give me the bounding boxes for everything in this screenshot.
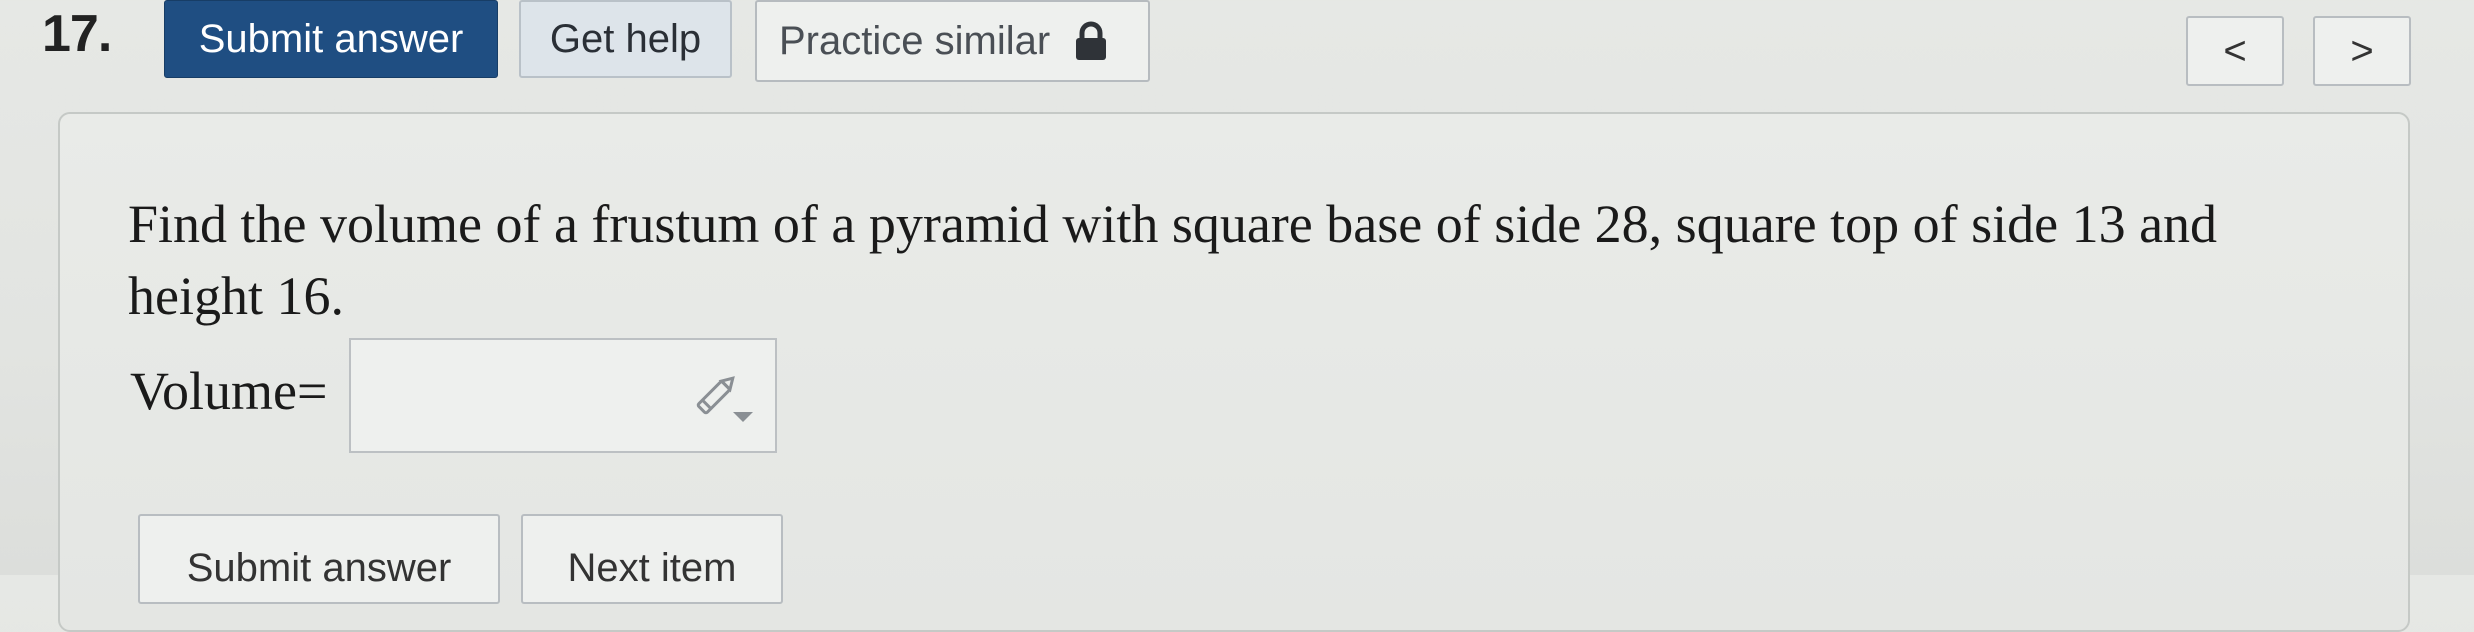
submit-answer-bottom-label: Submit answer <box>186 546 452 590</box>
practice-similar-button[interactable]: Practice similar <box>755 0 1150 82</box>
get-help-label: Get help <box>549 16 702 61</box>
volume-label: Volume= <box>130 361 328 421</box>
question-text: Find the volume of a frustum of a pyrami… <box>128 194 2218 326</box>
volume-answer-input[interactable] <box>349 338 777 453</box>
question-number: 17. <box>42 5 112 63</box>
next-item-button[interactable]: Next item <box>521 514 783 604</box>
previous-question-button[interactable]: < <box>2186 16 2284 86</box>
pencil-dropdown-icon[interactable] <box>691 372 761 428</box>
get-help-button[interactable]: Get help <box>519 0 732 78</box>
next-arrow-icon: > <box>2350 28 2374 73</box>
next-question-button[interactable]: > <box>2313 16 2411 86</box>
previous-arrow-icon: < <box>2223 28 2247 73</box>
submit-answer-button[interactable]: Submit answer <box>164 0 498 78</box>
submit-answer-bottom-button[interactable]: Submit answer <box>138 514 500 604</box>
submit-answer-label: Submit answer <box>198 16 464 61</box>
lock-icon <box>1076 21 1107 60</box>
practice-similar-label: Practice similar <box>779 18 1051 63</box>
next-item-label: Next item <box>567 546 737 590</box>
